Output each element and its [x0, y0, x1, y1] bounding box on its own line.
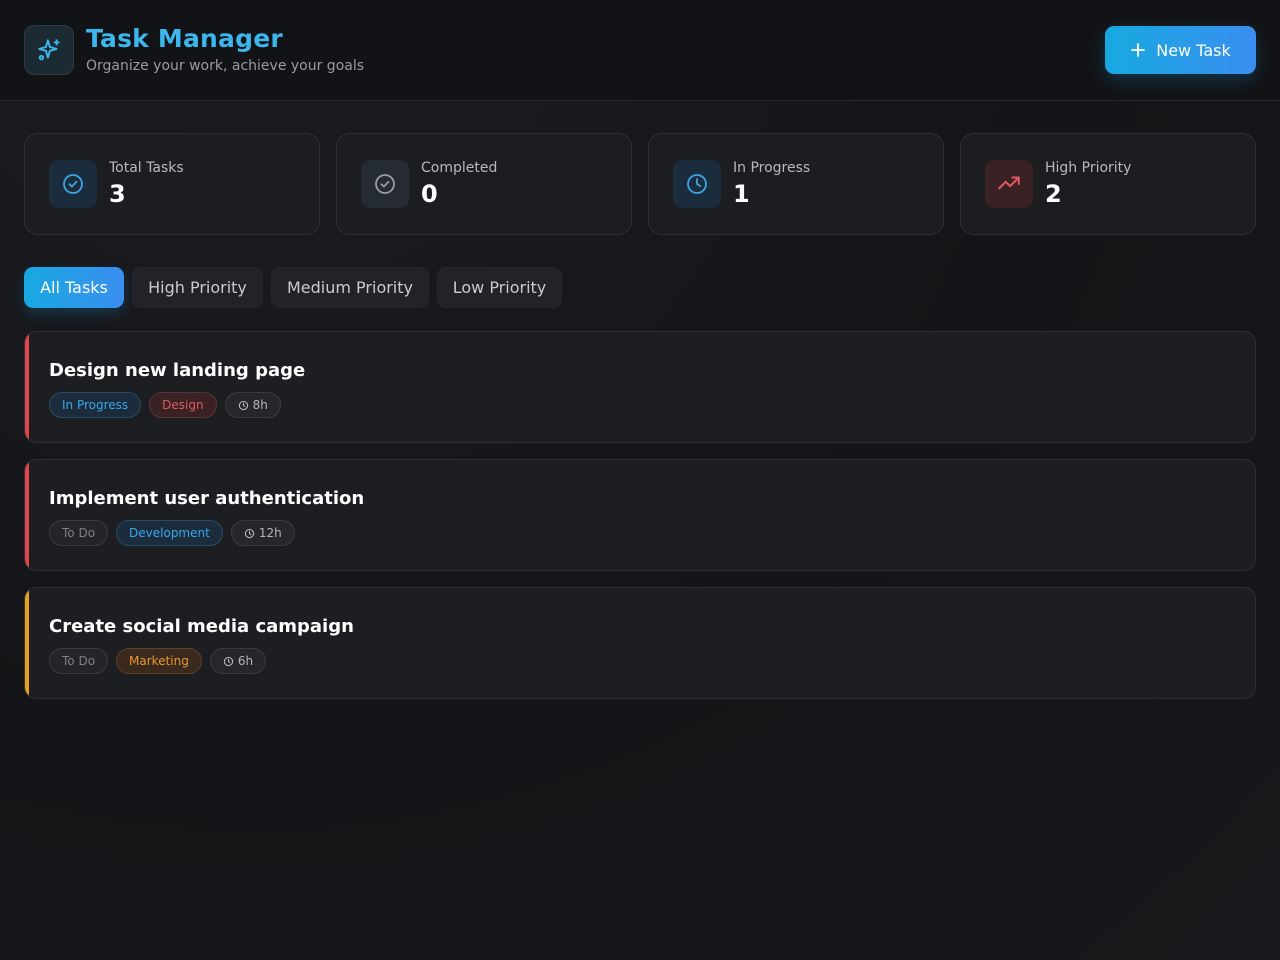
clock-icon: [244, 528, 255, 538]
stat-value: 0: [421, 180, 438, 208]
tab-medium-priority[interactable]: Medium Priority: [271, 267, 429, 308]
status-badge: In Progress: [49, 392, 142, 418]
app-header: Task Manager Organize your work, achieve…: [0, 0, 1280, 101]
priority-indicator: [25, 460, 29, 570]
status-badge: To Do: [49, 648, 109, 674]
time-estimate-badge: 12h: [230, 520, 295, 546]
category-badge: Design: [149, 392, 217, 418]
stat-card-completed: Completed 0: [336, 133, 632, 235]
status-badge: To Do: [49, 520, 109, 546]
trending-up-icon: [998, 176, 1020, 190]
time-estimate-badge: 8h: [224, 392, 281, 418]
time-estimate: 8h: [252, 398, 268, 412]
category-badge: Marketing: [116, 648, 202, 674]
task-title: Design new landing page: [49, 360, 306, 381]
stat-label: Completed: [421, 160, 498, 176]
priority-indicator: [25, 588, 29, 698]
stat-label: In Progress: [733, 160, 811, 176]
page-title: Task Manager: [86, 24, 283, 53]
time-estimate-badge: 6h: [209, 648, 267, 674]
stat-value: 3: [109, 180, 126, 208]
task-card[interactable]: Create social media campaign To Do Marke…: [24, 587, 1256, 699]
task-title: Implement user authentication: [49, 488, 365, 509]
app-logo: [24, 25, 74, 75]
task-tags: To Do Marketing 6h: [49, 648, 267, 674]
sparkles-icon: [38, 39, 60, 61]
new-task-button[interactable]: New Task: [1105, 26, 1256, 74]
task-tags: In Progress Design 8h: [49, 392, 281, 418]
clock-icon: [687, 174, 707, 194]
time-estimate: 12h: [258, 526, 282, 540]
task-tags: To Do Development 12h: [49, 520, 295, 546]
stat-icon-high-priority: [985, 160, 1033, 208]
time-estimate: 6h: [237, 654, 254, 668]
stat-icon-completed: [361, 160, 409, 208]
stat-label: High Priority: [1045, 160, 1132, 176]
stat-icon-total: [49, 160, 97, 208]
task-card[interactable]: Design new landing page In Progress Desi…: [24, 331, 1256, 443]
stat-icon-in-progress: [673, 160, 721, 208]
category-badge: Development: [116, 520, 223, 546]
plus-icon: [1131, 43, 1146, 57]
stat-value: 1: [733, 180, 750, 208]
priority-indicator: [25, 332, 29, 442]
stat-card-high-priority: High Priority 2: [960, 133, 1256, 235]
stat-card-total: Total Tasks 3: [24, 133, 320, 235]
page-subtitle: Organize your work, achieve your goals: [86, 58, 365, 74]
clock-icon: [238, 400, 248, 410]
stat-value: 2: [1045, 180, 1062, 208]
new-task-label: New Task: [1156, 40, 1231, 60]
check-circle-icon: [375, 174, 395, 194]
stat-card-in-progress: In Progress 1: [648, 133, 944, 235]
tab-all-tasks[interactable]: All Tasks: [24, 267, 124, 308]
task-title: Create social media campaign: [49, 616, 354, 637]
tab-low-priority[interactable]: Low Priority: [437, 267, 562, 308]
stat-label: Total Tasks: [109, 160, 184, 176]
tab-high-priority[interactable]: High Priority: [132, 267, 263, 308]
clock-icon: [223, 656, 234, 666]
check-circle-icon: [63, 174, 83, 194]
task-card[interactable]: Implement user authentication To Do Deve…: [24, 459, 1256, 571]
